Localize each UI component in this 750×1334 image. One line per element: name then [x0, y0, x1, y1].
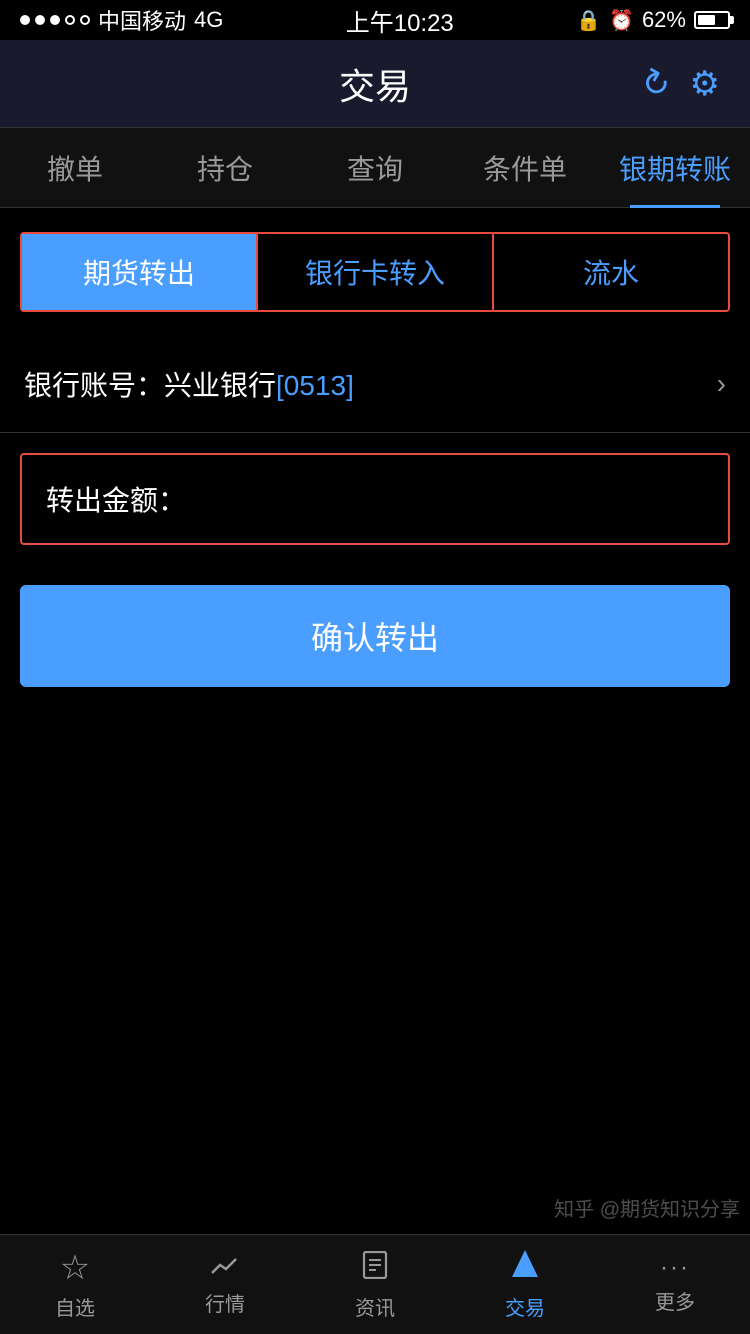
- tab-持仓[interactable]: 持仓: [150, 128, 300, 208]
- battery-icon: [694, 11, 730, 29]
- more-icon: ···: [660, 1254, 690, 1282]
- page-title: 交易: [339, 58, 411, 110]
- header: 交易 ↻ ⚙: [0, 40, 750, 128]
- status-right: 🔒 ⏰ 62%: [576, 7, 730, 33]
- subtab-流水[interactable]: 流水: [494, 234, 728, 310]
- bottom-nav-label-行情: 行情: [205, 1288, 245, 1317]
- tab-查询[interactable]: 查询: [300, 128, 450, 208]
- bottom-nav: ☆ 自选 行情 资讯 交易 ··· 更多: [0, 1234, 750, 1334]
- bottom-nav-自选[interactable]: ☆ 自选: [0, 1238, 150, 1331]
- bottom-nav-label-更多: 更多: [655, 1286, 695, 1315]
- tab-银期转账[interactable]: 银期转账: [600, 128, 750, 208]
- confirm-transfer-button[interactable]: 确认转出: [20, 585, 730, 687]
- status-left: 中国移动 4G: [20, 4, 223, 36]
- dot3: [50, 15, 60, 25]
- amount-label: 转出金额：: [46, 479, 186, 519]
- bottom-nav-行情[interactable]: 行情: [150, 1242, 300, 1327]
- chevron-right-icon: ›: [717, 368, 726, 400]
- bottom-nav-label-资讯: 资讯: [355, 1292, 395, 1321]
- carrier-label: 中国移动: [98, 4, 186, 36]
- bottom-nav-资讯[interactable]: 资讯: [300, 1239, 450, 1331]
- dot5: [80, 15, 90, 25]
- dot2: [35, 15, 45, 25]
- status-time: 上午10:23: [346, 3, 454, 38]
- battery-percent: 62%: [642, 7, 686, 33]
- lock-icon: 🔒: [576, 8, 601, 33]
- chart-icon: [210, 1252, 240, 1284]
- network-label: 4G: [194, 7, 223, 33]
- subtab-银行卡转入[interactable]: 银行卡转入: [258, 234, 494, 310]
- tab-条件单[interactable]: 条件单: [450, 128, 600, 208]
- bank-account-prefix: 银行账号：兴业银行: [24, 370, 276, 401]
- star-icon: ☆: [60, 1248, 90, 1288]
- header-icons: ↻ ⚙: [641, 64, 720, 104]
- status-bar: 中国移动 4G 上午10:23 🔒 ⏰ 62%: [0, 0, 750, 40]
- refresh-icon[interactable]: ↻: [633, 59, 678, 108]
- dot4: [65, 15, 75, 25]
- battery-fill: [698, 15, 715, 25]
- nav-tabs: 撤单 持仓 查询 条件单 银期转账: [0, 128, 750, 208]
- trade-icon: [512, 1249, 538, 1288]
- news-icon: [362, 1249, 388, 1288]
- tab-撤单[interactable]: 撤单: [0, 128, 150, 208]
- bottom-nav-更多[interactable]: ··· 更多: [600, 1244, 750, 1325]
- alarm-icon: ⏰: [609, 8, 634, 33]
- dot1: [20, 15, 30, 25]
- amount-input[interactable]: [186, 483, 704, 515]
- bottom-nav-label-自选: 自选: [55, 1292, 95, 1321]
- signal-dots: [20, 15, 90, 25]
- subtab-期货转出[interactable]: 期货转出: [22, 234, 258, 310]
- bank-account-highlight: [0513]: [276, 370, 354, 401]
- watermark-line1: 知乎 @期货知识分享: [554, 1199, 740, 1221]
- bank-account-label: 银行账号：兴业银行[0513]: [24, 364, 354, 404]
- bottom-nav-交易[interactable]: 交易: [450, 1239, 600, 1331]
- settings-icon[interactable]: ⚙: [690, 64, 720, 104]
- bottom-nav-label-交易: 交易: [505, 1292, 545, 1321]
- sub-tabs: 期货转出 银行卡转入 流水: [20, 232, 730, 312]
- amount-row[interactable]: 转出金额：: [20, 453, 730, 545]
- watermark: 知乎 @期货知识分享: [554, 1196, 740, 1224]
- bank-account-row[interactable]: 银行账号：兴业银行[0513] ›: [0, 336, 750, 433]
